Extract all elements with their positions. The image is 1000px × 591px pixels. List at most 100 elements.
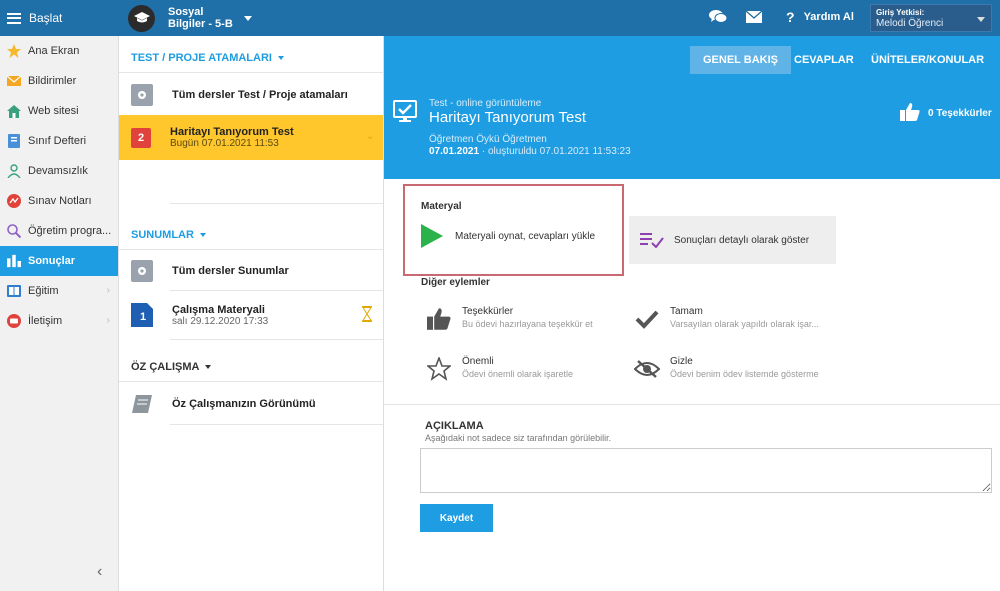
home-icon <box>7 104 21 118</box>
active-test-title: Haritayı Tanıyorum Test <box>170 126 294 138</box>
tab-bar: GENEL BAKIŞ CEVAPLAR ÜNİTELER/KONULAR <box>384 36 1000 79</box>
active-test-row[interactable]: 2 Haritayı Tanıyorum Test Bugün 07.01.20… <box>119 115 383 160</box>
sidebar-item-notifications[interactable]: Bildirimler <box>0 66 118 96</box>
user-selector[interactable]: Giriş Yetkisi: Melodi Öğrenci <box>870 4 992 32</box>
chevron-right-icon: › <box>106 315 110 326</box>
assignment-created: · oluşturuldu 07.01.2021 11:53:23 <box>479 146 631 157</box>
tab-overview[interactable]: GENEL BAKIŞ <box>690 46 791 74</box>
assignments-panel: TEST / PROJE ATAMALARI Tüm dersler Test … <box>119 36 384 591</box>
done-action[interactable]: Tamam Varsayılan olarak yapıldı olarak iş… <box>634 306 819 332</box>
svg-text:1: 1 <box>140 311 146 323</box>
active-test-date: Bugün 07.01.2021 11:53 <box>170 138 279 149</box>
chevron-down-icon <box>205 365 212 369</box>
help-label: Yardım Al <box>803 11 854 23</box>
action-title: Tamam <box>670 306 703 317</box>
notebook-icon <box>7 134 21 148</box>
sidebar-item-label: Ana Ekran <box>28 45 80 57</box>
user-name: Melodi Öğrenci <box>876 18 944 29</box>
action-desc: Ödevi önemli olarak işaretle <box>462 369 574 379</box>
chevron-down-icon <box>277 56 284 60</box>
self-study-section-header[interactable]: ÖZ ÇALIŞMA <box>131 361 212 373</box>
badge-icon: 2 <box>131 127 151 148</box>
thanks-counter[interactable]: 0 Teşekkürler <box>900 103 992 124</box>
action-desc: Bu ödevi hazırlayana teşekkür et <box>462 319 593 329</box>
chat-icon[interactable] <box>709 9 728 28</box>
sidebar-item-teaching-program[interactable]: Öğretim progra... <box>0 216 118 246</box>
chevron-down-icon <box>199 233 206 237</box>
material-date: salı 29.12.2020 17:33 <box>172 315 269 327</box>
class-name-line2: Bilgiler - 5-B <box>168 18 233 30</box>
sidebar-item-label: Öğretim progra... <box>28 225 112 237</box>
chevron-down-icon <box>977 17 985 22</box>
assignment-subtitle: Test - online görüntüleme <box>429 98 542 109</box>
user-label: Giriş Yetkisi: <box>876 8 925 17</box>
action-title: Önemli <box>462 356 494 367</box>
sidebar-item-absence[interactable]: Devamsızlık <box>0 156 118 186</box>
thanks-action[interactable]: Teşekkürler Bu ödevi hazırlayana teşekkür… <box>426 306 593 332</box>
sidebar-item-website[interactable]: Web sitesi <box>0 96 118 126</box>
description-input[interactable] <box>420 448 992 493</box>
play-material-button[interactable]: Materyali oynat, cevapları yükle <box>421 224 595 248</box>
sidebar-item-communication[interactable]: İletişim › <box>0 306 118 336</box>
sidebar-item-label: İletişim <box>28 315 63 327</box>
self-study-view-row[interactable]: Öz Çalışmanızın Görünümü <box>119 386 383 422</box>
action-desc: Ödevi benim ödev listemde gösterme <box>670 369 819 379</box>
assignments-section-header[interactable]: TEST / PROJE ATAMALARI <box>131 52 284 64</box>
top-bar: Başlat Sosyal Bilgiler - 5-B ? Yardım Al… <box>0 0 1000 36</box>
divider <box>384 404 1000 405</box>
sidebar-item-label: Sınıf Defteri <box>28 135 87 147</box>
envelope-icon[interactable] <box>745 10 763 26</box>
divider <box>119 381 383 382</box>
notebook-icon <box>131 393 153 415</box>
self-study-view-label: Öz Çalışmanızın Görünümü <box>172 398 316 410</box>
class-selector[interactable]: Sosyal Bilgiler - 5-B <box>128 4 252 32</box>
divider <box>170 424 383 425</box>
play-material-label: Materyali oynat, cevapları yükle <box>455 230 596 242</box>
sidebar-item-label: Web sitesi <box>28 105 79 117</box>
collapse-sidebar-icon[interactable]: ‹ <box>97 563 102 581</box>
hamburger-icon <box>7 12 21 24</box>
sidebar: Ana Ekran Bildirimler Web sitesi Sınıf D… <box>0 36 119 591</box>
tab-units-topics[interactable]: ÜNİTELER/KONULAR <box>858 46 997 74</box>
presentations-section-header[interactable]: SUNUMLAR <box>131 229 206 241</box>
hide-action[interactable]: Gizle Ödevi benim ödev listemde gösterme <box>634 356 819 382</box>
menu-label: Başlat <box>29 11 63 25</box>
all-tests-row[interactable]: Tüm dersler Test / Proje atamaları <box>119 76 383 114</box>
assignment-header: Test - online görüntüleme Haritayı Tanıy… <box>384 79 1000 179</box>
important-action[interactable]: Önemli Ödevi önemli olarak işaretle <box>426 356 573 382</box>
gear-icon <box>131 84 153 106</box>
material-row[interactable]: 1 Çalışma Materyali salı 29.12.2020 17:3… <box>119 294 383 336</box>
divider <box>170 203 383 204</box>
sidebar-item-home[interactable]: Ana Ekran <box>0 36 118 66</box>
bar-chart-icon <box>7 254 21 268</box>
save-button[interactable]: Kaydet <box>420 504 493 532</box>
sidebar-item-exam-grades[interactable]: Sınav Notları <box>0 186 118 216</box>
menu-button[interactable]: Başlat <box>0 0 120 36</box>
document-icon: 1 <box>131 303 153 327</box>
class-name-line1: Sosyal <box>168 6 204 18</box>
assignment-title: Haritayı Tanıyorum Test <box>429 109 587 126</box>
sidebar-item-label: Sınav Notları <box>28 195 92 207</box>
all-presentations-row[interactable]: Tüm dersler Sunumlar <box>119 254 383 288</box>
other-actions-label: Diğer eylemler <box>421 277 490 288</box>
section-header-label: SUNUMLAR <box>131 229 194 241</box>
sidebar-item-education[interactable]: Eğitim › <box>0 276 118 306</box>
chevron-down-icon: ⌄ <box>366 131 375 142</box>
sidebar-item-results[interactable]: Sonuçlar <box>0 246 118 276</box>
star-outline-icon <box>426 356 452 382</box>
sidebar-item-label: Bildirimler <box>28 75 77 87</box>
sidebar-item-label: Sonuçlar <box>28 255 76 267</box>
material-title: Çalışma Materyali <box>172 303 265 316</box>
action-desc: Varsayılan olarak yapıldı olarak işar... <box>670 319 819 329</box>
hourglass-icon <box>362 306 372 325</box>
all-tests-label: Tüm dersler Test / Proje atamaları <box>172 89 348 101</box>
sidebar-item-label: Eğitim <box>28 285 59 297</box>
material-label: Materyal <box>421 201 462 212</box>
sidebar-item-class-book[interactable]: Sınıf Defteri <box>0 126 118 156</box>
all-presentations-label: Tüm dersler Sunumlar <box>172 265 289 277</box>
search-icon <box>7 224 21 238</box>
tab-answers[interactable]: CEVAPLAR <box>781 46 867 74</box>
thumbs-up-icon <box>426 306 452 332</box>
help-button[interactable]: ? Yardım Al <box>786 9 854 25</box>
show-details-button[interactable]: Sonuçları detaylı olarak göster <box>629 216 836 264</box>
